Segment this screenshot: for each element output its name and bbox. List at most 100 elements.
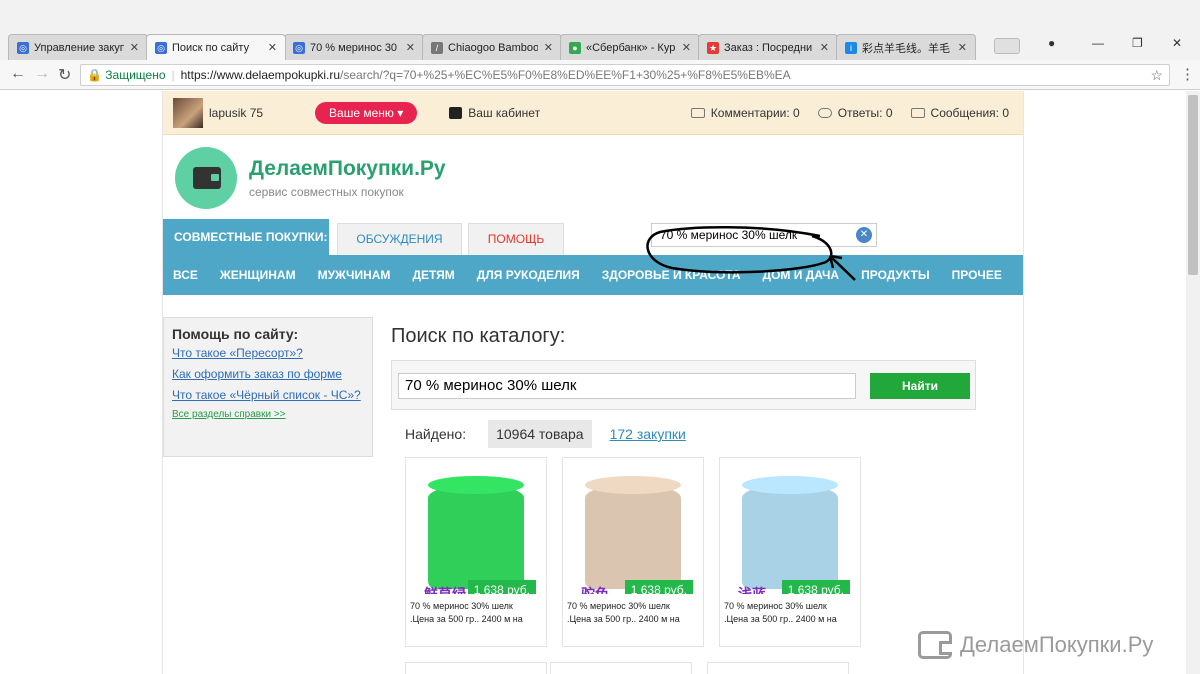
cabinet-link[interactable]: Ваш кабинет — [449, 106, 540, 120]
category-link[interactable]: ЗДОРОВЬЕ И КРАСОТА — [602, 268, 741, 282]
site-container: lapusik 75 Ваше меню ▾ Ваш кабинет Комме… — [162, 91, 1024, 674]
category-link[interactable]: ПРОДУКТЫ — [861, 268, 930, 282]
answers-link[interactable]: Ответы: 0 — [817, 106, 893, 120]
found-goods-tab[interactable]: 10964 товара — [488, 420, 592, 448]
your-menu-button[interactable]: Ваше меню ▾ — [315, 101, 418, 124]
product-image[interactable]: 浅蓝 1 638 руб. — [728, 466, 852, 594]
joint-purchases-tab[interactable]: СОВМЕСТНЫЕ ПОКУПКИ: — [163, 219, 329, 255]
browser-tab[interactable]: ◎ 70 % меринос 30 ✕ — [284, 34, 424, 60]
reload-icon[interactable]: ↻ — [58, 65, 71, 85]
new-tab-button[interactable] — [994, 38, 1020, 54]
category-link[interactable]: МУЖЧИНАМ — [318, 268, 391, 282]
header-search-value: 70 % меринос 30% шелк — [660, 228, 798, 242]
category-link[interactable]: ВСЕ — [173, 268, 198, 282]
url-input[interactable]: 🔒 Защищено | https://www.delaempokupki.r… — [80, 64, 1170, 86]
product-image[interactable]: 鲜草绿 1 638 руб. — [414, 466, 538, 594]
favicon-icon: ● — [569, 41, 581, 54]
speech-bubble-icon — [817, 107, 832, 118]
messages-link[interactable]: Сообщения: 0 — [910, 106, 1009, 120]
sidebar-title: Помощь по сайту: — [172, 326, 299, 342]
close-tab-icon[interactable]: ✕ — [958, 41, 967, 54]
scrollbar-thumb[interactable] — [1188, 95, 1198, 275]
results-summary: Найдено: 10964 товара 172 закупки — [391, 420, 981, 448]
find-button[interactable]: Найти — [870, 373, 970, 399]
category-nav: ВСЕ ЖЕНЩИНАМ МУЖЧИНАМ ДЕТЯМ ДЛЯ РУКОДЕЛИЯ ЗДО… — [163, 255, 1023, 295]
header-search-input[interactable]: 70 % меринос 30% шелк ✕ — [651, 223, 877, 247]
minimize-icon[interactable]: — — [1092, 36, 1104, 50]
browser-tabbar: ◎ Управление закуп ✕ ◎ Поиск по сайту ✕ ◎ 70 % … — [0, 0, 1200, 60]
found-label: Найдено: — [405, 426, 467, 442]
search-icon[interactable]: ✕ — [856, 227, 872, 243]
category-link[interactable]: ДОМ И ДАЧА — [763, 268, 840, 282]
category-link[interactable]: ДЕТЯМ — [412, 268, 454, 282]
tab-help[interactable]: ПОМОЩЬ — [468, 223, 564, 255]
kebab-menu-icon[interactable]: ⋮ — [1180, 65, 1195, 83]
logo-title[interactable]: ДелаемПокупки.Ру — [249, 157, 446, 181]
close-tab-icon[interactable]: ✕ — [682, 41, 691, 54]
browser-tab[interactable]: ● «Сбербанк» - Кур ✕ — [560, 34, 700, 60]
tab-discussions[interactable]: ОБСУЖДЕНИЯ — [337, 223, 462, 255]
top-nav: СОВМЕСТНЫЕ ПОКУПКИ: ОБСУЖДЕНИЯ ПОМОЩЬ 70… — [163, 219, 1023, 255]
maximize-icon[interactable]: ❐ — [1132, 36, 1143, 50]
catalog-search-input[interactable]: 70 % меринос 30% шелк — [398, 373, 856, 399]
category-link[interactable]: ЖЕНЩИНАМ — [220, 268, 296, 282]
close-tab-icon[interactable]: ✕ — [406, 41, 415, 54]
product-card[interactable]: 浅蓝 1 638 руб. 70 % меринос 30% шелк .Цена з… — [719, 457, 861, 647]
yarn-cone — [585, 484, 681, 589]
browser-tab[interactable]: / Chiaogoo Bamboo ✕ — [422, 34, 562, 60]
product-desc-line: .Цена за 500 гр.. 2400 м на — [724, 614, 837, 624]
close-window-icon[interactable]: ✕ — [1172, 36, 1182, 50]
product-name-line: 70 % меринос 30% шелк — [724, 601, 827, 611]
product-color-name: 鲜草绿 — [424, 586, 466, 594]
product-name-line: 70 % меринос 30% шелк — [410, 601, 513, 611]
yarn-cone — [428, 484, 524, 589]
browser-tab[interactable]: ◎ Поиск по сайту ✕ — [146, 34, 286, 60]
browser-tab[interactable]: ★ Заказ : Посредни ✕ — [698, 34, 838, 60]
product-card[interactable] — [550, 662, 692, 674]
product-name[interactable]: 70 % меринос 30% шелк .Цена за 500 гр.. 2… — [567, 600, 703, 626]
bag-icon — [449, 106, 463, 119]
product-card[interactable]: 驼色 1 638 руб. 70 % меринос 30% шелк .Цена з… — [562, 457, 704, 647]
product-price: 1 638 руб. — [781, 580, 850, 594]
help-all-sections-link[interactable]: Все разделы справки >> — [172, 409, 364, 420]
arrow-left-icon[interactable]: ← — [10, 65, 26, 83]
category-link[interactable]: ДЛЯ РУКОДЕЛИЯ — [477, 268, 580, 282]
product-desc-line: .Цена за 500 гр.. 2400 м на — [410, 614, 523, 624]
address-bar: ← → ↻ 🔒 Защищено | https://www.delaempok… — [0, 60, 1200, 90]
product-name[interactable]: 70 % меринос 30% шелк .Цена за 500 гр.. 2… — [724, 600, 860, 626]
comments-link[interactable]: Комментарии: 0 — [690, 106, 800, 120]
help-link-order-form[interactable]: Как оформить заказ по форме — [172, 367, 364, 381]
product-image[interactable]: 驼色 1 638 руб. — [571, 466, 695, 594]
cabinet-label: Ваш кабинет — [468, 105, 541, 120]
logo-area: ДелаемПокупки.Ру сервис совместных покуп… — [163, 135, 1023, 219]
arrow-right-icon[interactable]: → — [34, 65, 50, 83]
browser-tab[interactable]: i 彩点羊毛线。羊毛 ✕ — [836, 34, 976, 60]
close-tab-icon[interactable]: ✕ — [820, 41, 829, 54]
user-bar: lapusik 75 Ваше меню ▾ Ваш кабинет Комме… — [163, 91, 1023, 135]
user-counters: Комментарии: 0 Ответы: 0 Сообщения: 0 — [673, 106, 1009, 120]
product-card[interactable]: 鲜草绿 1 638 руб. 70 % меринос 30% шелк .Цена … — [405, 457, 547, 647]
close-tab-icon[interactable]: ✕ — [130, 41, 139, 54]
username[interactable]: lapusik 75 — [209, 106, 263, 120]
help-link-blacklist[interactable]: Что такое «Чёрный список - ЧС»? — [172, 388, 364, 402]
product-name[interactable]: 70 % меринос 30% шелк .Цена за 500 гр.. 2… — [410, 600, 546, 626]
tab-title: Chiaogoo Bamboo — [448, 41, 538, 54]
profile-icon[interactable]: ● — [1048, 36, 1055, 50]
close-tab-icon[interactable]: ✕ — [268, 41, 277, 54]
tab-title: «Сбербанк» - Кур — [586, 41, 676, 54]
avatar[interactable] — [173, 97, 203, 128]
product-name-line: 70 % меринос 30% шелк — [567, 601, 670, 611]
browser-tab[interactable]: ◎ Управление закуп ✕ — [8, 34, 148, 60]
tab-strip: ◎ Управление закуп ✕ ◎ Поиск по сайту ✕ ◎ 70 % … — [8, 34, 976, 60]
wallet-icon — [918, 631, 952, 659]
category-link[interactable]: ПРОЧЕЕ — [952, 268, 1002, 282]
envelope-icon — [910, 107, 925, 118]
star-icon[interactable]: ☆ — [1150, 67, 1163, 84]
found-purchases-link[interactable]: 172 закупки — [610, 426, 686, 442]
product-card[interactable] — [707, 662, 849, 674]
url-host: https://www.delaempokupki.ru — [180, 68, 341, 82]
product-color-name: 浅蓝 — [738, 586, 766, 594]
close-tab-icon[interactable]: ✕ — [544, 41, 553, 54]
product-card[interactable] — [405, 662, 547, 674]
help-link-resort[interactable]: Что такое «Пересорт»? — [172, 346, 364, 360]
